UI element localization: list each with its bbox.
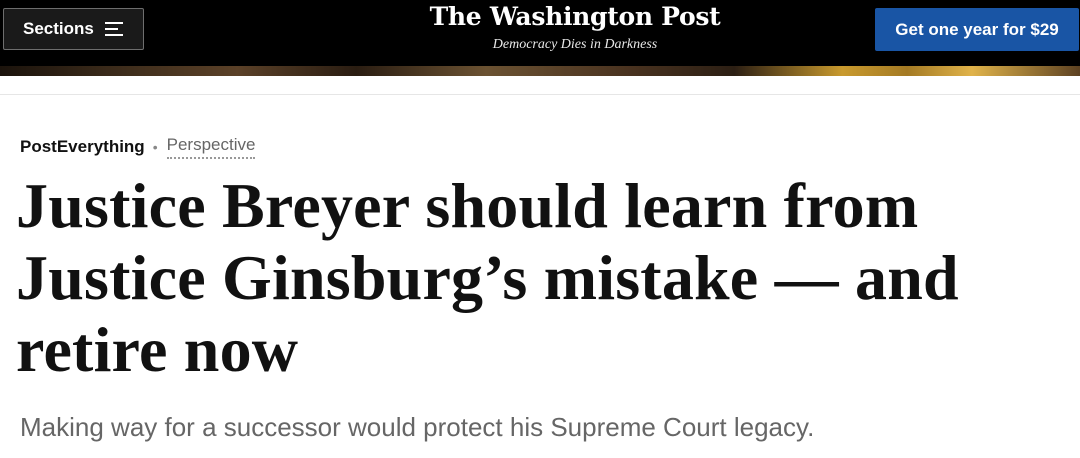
site-logo[interactable]: The Washington Post xyxy=(340,2,810,32)
subscribe-button[interactable]: Get one year for $29 xyxy=(875,8,1079,51)
header-image-strip xyxy=(0,66,1080,76)
article-kicker: PostEverything • Perspective xyxy=(20,134,256,159)
article-headline: Justice Breyer should learn from Justice… xyxy=(16,170,959,385)
kicker-separator-dot: • xyxy=(152,138,158,155)
site-header: Sections The Washington Post Democracy D… xyxy=(0,0,1080,66)
sections-button[interactable]: Sections xyxy=(3,8,144,50)
sections-button-label: Sections xyxy=(23,19,94,38)
hamburger-menu-icon xyxy=(104,22,123,36)
perspective-label[interactable]: Perspective xyxy=(166,134,256,159)
article-dek: Making way for a successor would protect… xyxy=(20,412,815,442)
site-tagline: Democracy Dies in Darkness xyxy=(492,37,658,52)
divider xyxy=(0,94,1080,95)
section-link[interactable]: PostEverything xyxy=(20,136,145,158)
